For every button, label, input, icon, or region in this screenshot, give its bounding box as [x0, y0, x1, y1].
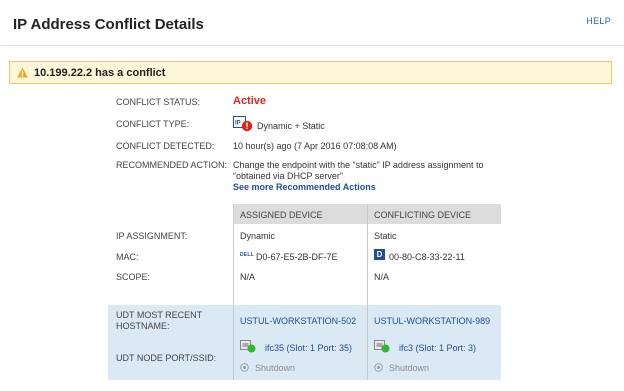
conflict-detected-label: CONFLICT DETECTED:: [116, 141, 215, 151]
conflict-status-value: Active: [233, 95, 267, 107]
port-up-icon: [240, 340, 256, 353]
scope-label: SCOPE:: [116, 272, 151, 282]
column-divider: [233, 204, 234, 380]
recommended-action-line2: “obtained via DHCP server”: [233, 171, 343, 181]
ip-assignment-label: IP ASSIGNMENT:: [116, 231, 188, 241]
mac-label: MAC:: [116, 252, 139, 262]
page-title: IP Address Conflict Details: [13, 16, 204, 33]
port-up-icon: [374, 340, 390, 353]
conflicting-device-header: CONFLICTING DEVICE: [367, 204, 501, 224]
ip-conflict-icon: IP: [233, 116, 253, 132]
assigned-hostname-link[interactable]: USTUL-WORKSTATION-502: [240, 316, 356, 326]
warning-triangle-icon: [17, 67, 28, 78]
conflicting-ip-assignment: Static: [374, 231, 397, 241]
page-header: IP Address Conflict Details HELP: [0, 0, 624, 46]
conflict-status-label: CONFLICT STATUS:: [116, 97, 201, 107]
recommended-action-line1: Change the endpoint with the “static” IP…: [233, 160, 484, 170]
assigned-ip-assignment: Dynamic: [240, 231, 276, 241]
vendor-logo-icon: D: [374, 249, 385, 260]
conflict-type-label: CONFLICT TYPE:: [116, 119, 190, 129]
see-more-actions-link[interactable]: See more Recommended Actions: [233, 182, 376, 192]
conflicting-port-status: Shutdown: [389, 363, 430, 373]
assigned-scope: N/A: [240, 272, 256, 282]
column-divider: [367, 204, 368, 380]
conflicting-mac: 00-80-C8-33-22-11: [389, 252, 465, 262]
assigned-mac: D0-67-E5-2B-DF-7E: [256, 252, 338, 262]
assigned-port-link[interactable]: ifc35 (Slot: 1 Port: 35): [265, 343, 352, 353]
recommended-action-label: RECOMMENDED ACTION:: [116, 160, 228, 170]
conflicting-port-link[interactable]: ifc3 (Slot: 1 Port: 3): [399, 343, 476, 353]
conflict-type-value: Dynamic + Static: [257, 121, 325, 131]
dell-logo: DELL: [240, 252, 254, 258]
conflicting-hostname-link[interactable]: USTUL-WORKSTATION-989: [374, 316, 490, 326]
conflict-detected-value: 10 hour(s) ago (7 Apr 2016 07:08:08 AM): [233, 141, 397, 151]
shutdown-icon: [374, 363, 383, 372]
help-link[interactable]: HELP: [586, 16, 611, 26]
udt-hostname-label-2: HOSTNAME:: [116, 321, 170, 331]
alert-text: 10.199.22.2 has a conflict: [34, 67, 166, 79]
shutdown-icon: [240, 363, 249, 372]
conflict-alert-banner: 10.199.22.2 has a conflict: [9, 61, 612, 84]
udt-port-label: UDT NODE PORT/SSID:: [116, 353, 217, 363]
assigned-port-status: Shutdown: [255, 363, 296, 373]
svg-text:IP: IP: [235, 121, 241, 127]
assigned-device-header: ASSIGNED DEVICE: [233, 204, 367, 224]
conflicting-scope: N/A: [374, 272, 390, 282]
udt-hostname-label-1: UDT MOST RECENT: [116, 310, 203, 320]
